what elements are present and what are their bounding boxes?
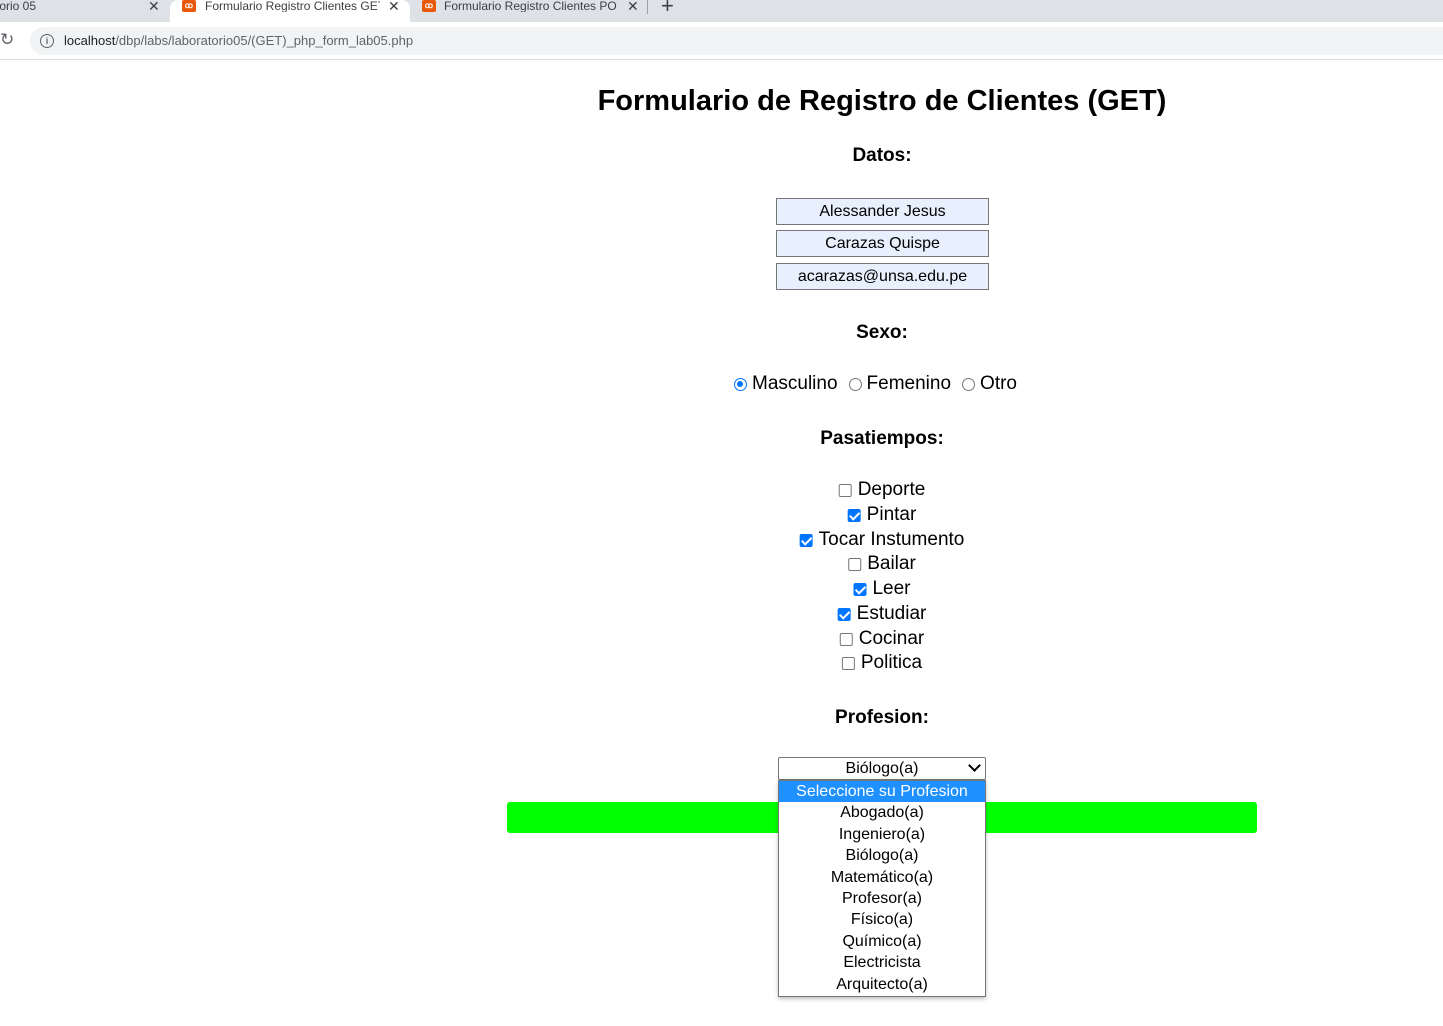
checkbox-item: Estudiar bbox=[837, 602, 927, 626]
dropdown-option[interactable]: Profesor(a) bbox=[779, 888, 985, 909]
profesion-heading: Profesion: bbox=[835, 707, 929, 728]
tab-title: Formulario Registro Clientes POST bbox=[444, 0, 617, 12]
checkbox-item: Politica bbox=[841, 651, 922, 675]
dropdown-option[interactable]: Electricista bbox=[779, 952, 985, 973]
dropdown-option[interactable]: Arquitecto(a) bbox=[779, 974, 985, 995]
checkbox-item: Tocar Instumento bbox=[799, 528, 965, 552]
tab-title: Formulario Registro Clientes GET bbox=[205, 0, 380, 12]
dropdown-option[interactable]: Abogado(a) bbox=[779, 802, 985, 823]
checkbox-label[interactable]: Cocinar bbox=[859, 627, 924, 651]
radio-femenino[interactable] bbox=[848, 377, 862, 391]
radio-masculino[interactable] bbox=[734, 377, 747, 391]
radio-label[interactable]: Femenino bbox=[867, 372, 952, 396]
dropdown-option[interactable]: Físico(a) bbox=[779, 909, 985, 930]
browser-toolbar: ↻ i localhost/dbp/labs/laboratorio05/(GE… bbox=[0, 22, 1443, 60]
profesion-selected-value: Biólogo(a) bbox=[845, 760, 919, 777]
checkbox-label[interactable]: Pintar bbox=[867, 503, 917, 527]
dropdown-option[interactable]: Químico(a) bbox=[779, 931, 985, 952]
url-text[interactable]: localhost/dbp/labs/laboratorio05/(GET)_p… bbox=[64, 33, 413, 49]
apellido-input[interactable] bbox=[776, 230, 989, 257]
sexo-heading: Sexo: bbox=[856, 322, 908, 343]
dropdown-option[interactable]: Matemático(a) bbox=[779, 867, 985, 888]
radio-label[interactable]: Otro bbox=[980, 372, 1017, 396]
chevron-down-icon bbox=[968, 759, 981, 772]
tab-form-get[interactable]: ꝏ Formulario Registro Clientes GET ✕ bbox=[170, 0, 410, 22]
dropdown-option[interactable]: Biólogo(a) bbox=[779, 845, 985, 866]
checkbox-label[interactable]: Bailar bbox=[867, 552, 916, 576]
checkbox-label[interactable]: Estudiar bbox=[857, 602, 927, 626]
dropdown-option[interactable]: Seleccione su Profesion bbox=[779, 781, 985, 803]
checkbox-cocinar[interactable] bbox=[839, 632, 853, 646]
url-host: localhost bbox=[64, 33, 116, 48]
nombre-input[interactable] bbox=[776, 198, 989, 225]
radio-otro[interactable] bbox=[962, 377, 976, 391]
checkbox-bailar[interactable] bbox=[848, 557, 862, 571]
close-tab-icon[interactable]: ✕ bbox=[388, 0, 400, 13]
address-bar[interactable]: i localhost/dbp/labs/laboratorio05/(GET)… bbox=[30, 27, 1443, 55]
checkbox-leer[interactable] bbox=[853, 582, 867, 596]
dropdown-option[interactable]: Ingeniero(a) bbox=[779, 824, 985, 845]
checkbox-item: Pintar bbox=[847, 503, 917, 527]
sexo-radio-group: Masculino Femenino Otro bbox=[734, 372, 1028, 396]
page-title: Formulario de Registro de Clientes (GET) bbox=[597, 85, 1167, 117]
profesion-dropdown-list: Seleccione su Profesion Abogado(a) Ingen… bbox=[778, 780, 986, 997]
checkbox-label[interactable]: Politica bbox=[861, 651, 922, 675]
radio-label[interactable]: Masculino bbox=[752, 372, 838, 396]
close-tab-icon[interactable]: ✕ bbox=[627, 0, 639, 13]
tab-form-post[interactable]: ꝏ Formulario Registro Clientes POST ✕ bbox=[410, 0, 646, 22]
datos-heading: Datos: bbox=[852, 145, 912, 166]
tab-separator bbox=[647, 0, 648, 14]
checkbox-item: Bailar bbox=[848, 552, 916, 576]
xampp-favicon-icon: ꝏ bbox=[182, 0, 196, 12]
checkbox-tocar-instrumento[interactable] bbox=[799, 533, 813, 547]
checkbox-item: Deporte bbox=[838, 478, 926, 502]
checkbox-deporte[interactable] bbox=[838, 483, 852, 497]
tab-title: torio 05 bbox=[0, 0, 37, 12]
url-path: /dbp/labs/laboratorio05/(GET)_php_form_l… bbox=[115, 33, 414, 48]
tab-laboratorio[interactable]: torio 05 ✕ bbox=[0, 0, 168, 22]
close-tab-icon[interactable]: ✕ bbox=[148, 0, 160, 13]
email-input[interactable] bbox=[776, 263, 989, 290]
checkbox-label[interactable]: Leer bbox=[872, 577, 910, 601]
info-icon[interactable]: i bbox=[40, 34, 54, 48]
checkbox-item: Leer bbox=[853, 577, 911, 601]
checkbox-label[interactable]: Tocar Instumento bbox=[819, 528, 965, 552]
checkbox-label[interactable]: Deporte bbox=[858, 478, 926, 502]
new-tab-icon[interactable]: + bbox=[661, 0, 674, 18]
checkbox-pintar[interactable] bbox=[847, 508, 861, 522]
checkbox-politica[interactable] bbox=[841, 656, 855, 670]
checkbox-item: Cocinar bbox=[839, 627, 924, 651]
checkbox-estudiar[interactable] bbox=[837, 607, 851, 621]
xampp-favicon-icon: ꝏ bbox=[422, 0, 436, 12]
profesion-select[interactable]: Biólogo(a) bbox=[778, 757, 986, 780]
pasatiempos-heading: Pasatiempos: bbox=[820, 428, 944, 449]
tab-strip: torio 05 ✕ ꝏ Formulario Registro Cliente… bbox=[0, 0, 1443, 22]
reload-icon[interactable]: ↻ bbox=[0, 31, 14, 49]
